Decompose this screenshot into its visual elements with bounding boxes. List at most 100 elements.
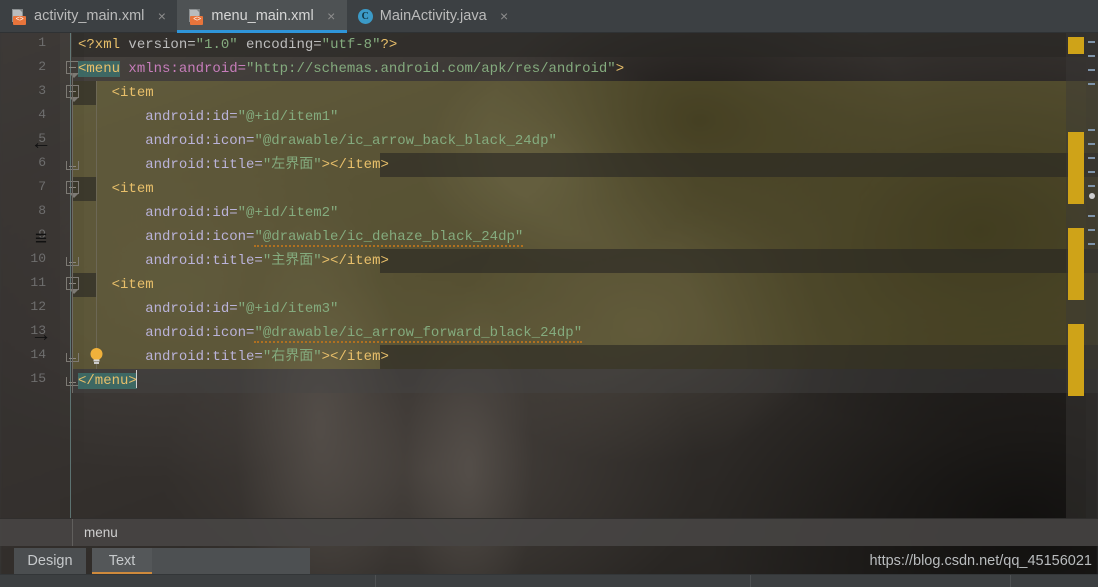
arrow-forward-icon[interactable]: →: [28, 323, 54, 347]
item-close-tag: ></item>: [321, 157, 389, 173]
code-line-14[interactable]: android:title="右界面"></item>: [72, 345, 389, 369]
code-line-10[interactable]: android:title="主界面"></item>: [72, 249, 389, 273]
tab-close-icon[interactable]: ×: [499, 0, 510, 33]
editor-tab-bar: <> activity_main.xml × <> menu_main.xml …: [0, 0, 1098, 33]
line-number: 7: [38, 179, 46, 194]
tag-close-bracket: >: [615, 61, 625, 77]
line-number: 6: [38, 155, 46, 170]
warning-marker[interactable]: [1068, 228, 1084, 300]
xml-file-icon: <>: [11, 8, 27, 25]
attr-android-id: android:id=: [145, 205, 238, 221]
menu-open-tag: <menu: [78, 61, 121, 77]
attr-value-title3: "右界面": [262, 349, 322, 365]
code-line-11[interactable]: <item: [72, 273, 154, 297]
mode-tab-filler: [152, 548, 310, 574]
code-line-12[interactable]: android:id="@+id/item3": [72, 297, 338, 321]
attr-android-title: android:title=: [145, 253, 263, 269]
xmlns-value: "http://schemas.android.com/apk/res/andr…: [246, 61, 616, 77]
attr-value-title2: "主界面": [262, 253, 322, 269]
error-marker-gutter[interactable]: [1066, 33, 1086, 518]
status-divider: [750, 575, 751, 587]
line-number: 2: [38, 59, 46, 74]
code-text-area[interactable]: <?xml version="1.0" encoding="utf-8"?> <…: [72, 33, 1098, 518]
warning-marker[interactable]: [1068, 324, 1084, 396]
tab-activity-main-xml[interactable]: <> activity_main.xml ×: [0, 0, 177, 33]
xml-version-attr: version=: [120, 37, 196, 53]
attr-value-id3: "@+id/item3": [237, 301, 339, 317]
breadcrumb-bar: menu: [0, 518, 1098, 546]
xml-file-icon: <>: [188, 8, 204, 25]
attr-value-icon3: "@drawable/ic_arrow_forward_black_24dp": [254, 325, 583, 343]
line-number: 11: [30, 275, 46, 290]
attr-android-icon: android:icon=: [145, 229, 255, 245]
tab-label: MainActivity.java: [379, 8, 487, 24]
item-close-tag: ></item>: [321, 253, 389, 269]
attr-android-id: android:id=: [145, 301, 238, 317]
xml-encoding-attr: encoding=: [237, 37, 322, 53]
code-line-6[interactable]: android:title="左界面"></item>: [72, 153, 389, 177]
line-number: 12: [30, 299, 46, 314]
code-line-1[interactable]: <?xml version="1.0" encoding="utf-8"?>: [72, 33, 397, 57]
attr-android-title: android:title=: [145, 349, 263, 365]
xml-decl-close: ?>: [380, 37, 398, 53]
code-line-15[interactable]: </menu>: [72, 369, 137, 393]
attr-value-id1: "@+id/item1": [237, 109, 339, 125]
text-caret: [135, 370, 137, 388]
code-line-8[interactable]: android:id="@+id/item2": [72, 201, 338, 225]
attr-value-icon1: "@drawable/ic_arrow_back_black_24dp": [254, 133, 557, 149]
breadcrumb-item-menu[interactable]: menu: [84, 519, 118, 546]
menu-close-tag: </menu>: [78, 373, 137, 389]
editor-mode-tabs: Design Text https://blog.csdn.net/qq_451…: [0, 546, 1098, 574]
tab-design[interactable]: Design: [14, 548, 86, 574]
code-line-9[interactable]: android:icon="@drawable/ic_dehaze_black_…: [72, 225, 524, 249]
code-line-13[interactable]: android:icon="@drawable/ic_arrow_forward…: [72, 321, 583, 345]
status-bar: [0, 574, 1098, 587]
status-divider: [375, 575, 376, 587]
code-line-7[interactable]: <item: [72, 177, 154, 201]
line-number: 1: [38, 35, 46, 50]
line-number: 4: [38, 107, 46, 122]
warning-marker[interactable]: [1068, 37, 1084, 54]
code-line-4[interactable]: android:id="@+id/item1": [72, 105, 338, 129]
line-number: 10: [30, 251, 46, 266]
tab-mainactivity-java[interactable]: C MainActivity.java ×: [347, 0, 520, 33]
gutter-separator: [70, 33, 71, 518]
code-editor[interactable]: 1 2 3 4 5 6 7 8 9 10 11 12 13 14 15 ← ≡ …: [0, 33, 1098, 518]
breadcrumb-separator: [72, 519, 73, 546]
code-line-5[interactable]: android:icon="@drawable/ic_arrow_back_bl…: [72, 129, 557, 153]
attr-value-title1: "左界面": [262, 157, 322, 173]
code-line-2[interactable]: <menu xmlns:android="http://schemas.andr…: [72, 57, 624, 81]
xml-version-value: "1.0": [195, 37, 238, 53]
tab-label: menu_main.xml: [211, 8, 314, 24]
attr-android-id: android:id=: [145, 109, 238, 125]
attr-android-title: android:title=: [145, 157, 263, 173]
vertical-scrollbar[interactable]: [1086, 33, 1098, 518]
line-number: 15: [30, 371, 46, 386]
line-number: 8: [38, 203, 46, 218]
tab-label: activity_main.xml: [34, 8, 145, 24]
tab-close-icon[interactable]: ×: [156, 0, 167, 33]
status-divider: [1010, 575, 1011, 587]
attr-value-id2: "@+id/item2": [237, 205, 339, 221]
attr-android-icon: android:icon=: [145, 325, 255, 341]
xml-encoding-value: "utf-8": [321, 37, 381, 53]
scrollbar-thumb[interactable]: [1089, 193, 1095, 199]
line-number: 3: [38, 83, 46, 98]
line-number: 14: [30, 347, 46, 362]
tab-text[interactable]: Text: [92, 548, 152, 574]
item-open-tag: <item: [111, 85, 154, 101]
item-open-tag: <item: [111, 277, 154, 293]
item-close-tag: ></item>: [321, 349, 389, 365]
arrow-back-icon[interactable]: ←: [28, 131, 54, 155]
warning-marker[interactable]: [1068, 132, 1084, 204]
code-line-3[interactable]: <item: [72, 81, 154, 105]
dehaze-icon[interactable]: ≡: [28, 227, 54, 251]
xmlns-attr: xmlns:android=: [120, 61, 247, 77]
java-class-icon: C: [357, 9, 373, 24]
attr-value-icon2: "@drawable/ic_dehaze_black_24dp": [254, 229, 524, 247]
tab-menu-main-xml[interactable]: <> menu_main.xml ×: [177, 0, 348, 33]
watermark-url: https://blog.csdn.net/qq_45156021: [869, 553, 1092, 569]
tab-close-icon[interactable]: ×: [326, 0, 337, 33]
xml-decl-open: <?xml: [78, 37, 121, 53]
item-open-tag: <item: [111, 181, 154, 197]
